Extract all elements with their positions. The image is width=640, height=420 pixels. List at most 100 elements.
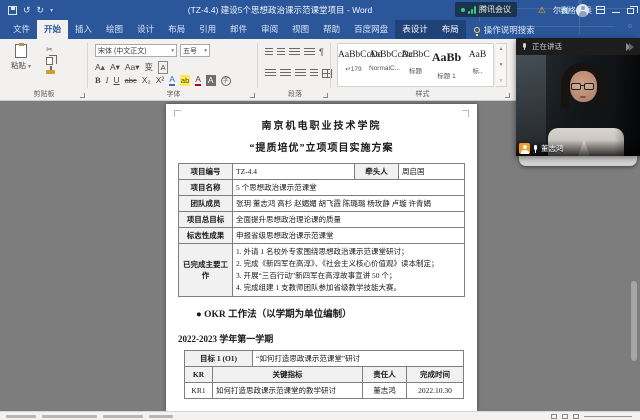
- style-item[interactable]: AaB 标..: [462, 44, 493, 86]
- okr-method-heading[interactable]: ● OKR 工作法（以学期为单位编制）: [196, 306, 477, 320]
- change-case-button[interactable]: Aa▾: [125, 62, 140, 73]
- justify-button[interactable]: [295, 69, 306, 78]
- view-controls[interactable]: [551, 414, 632, 419]
- kr1-owner[interactable]: 董志鸿: [363, 383, 407, 399]
- restore-window-icon[interactable]: [627, 8, 634, 14]
- font-size-select[interactable]: 五号 ▾: [180, 44, 210, 57]
- underline-button[interactable]: U: [114, 75, 120, 86]
- subscript-button[interactable]: X₂: [142, 75, 151, 86]
- highlight-color-button[interactable]: ab: [180, 75, 190, 86]
- clipboard-dialog-launcher-icon[interactable]: [80, 93, 85, 98]
- zoom-slider[interactable]: [584, 416, 632, 417]
- minimize-icon[interactable]: [612, 8, 620, 13]
- italic-button[interactable]: I: [106, 75, 109, 86]
- tab-help[interactable]: 帮助: [316, 20, 347, 39]
- style-item[interactable]: AaBbCcDd ↵179: [338, 44, 369, 86]
- style-item[interactable]: AaBbC 标题: [400, 44, 431, 86]
- work-line[interactable]: 1. 外请 1 名校外专家围绕思想政治课示范课堂研讨；: [236, 246, 461, 258]
- bullets-button[interactable]: [265, 48, 273, 57]
- info-value-project-name[interactable]: 5 个思想政治课示范课堂: [233, 180, 465, 196]
- document-page[interactable]: 南京机电职业技术学院 “提质培优”立项项目实施方案 项目编号 TZ-4.4 牵头…: [166, 104, 477, 411]
- ribbon-display-options-icon[interactable]: [596, 6, 605, 14]
- tab-insert[interactable]: 插入: [68, 20, 99, 39]
- show-marks-button[interactable]: ¶: [319, 47, 324, 57]
- plan-subtitle[interactable]: “提质培优”立项项目实施方案: [166, 139, 477, 154]
- tab-review[interactable]: 审阅: [254, 20, 285, 39]
- font-dialog-launcher-icon[interactable]: [250, 93, 255, 98]
- kr1-indicator[interactable]: 如何打造思政课示范课堂的教学研讨: [213, 383, 363, 399]
- info-value-leader[interactable]: 周启国: [399, 164, 465, 180]
- enclose-characters-button[interactable]: 字: [221, 76, 231, 86]
- kr1-deadline[interactable]: 2022.10.30: [407, 383, 464, 399]
- school-title[interactable]: 南京机电职业技术学院: [166, 117, 477, 132]
- shrink-font-button[interactable]: A▾: [110, 62, 120, 73]
- tab-home[interactable]: 开始: [37, 20, 68, 39]
- tab-table-design[interactable]: 表设计: [395, 20, 435, 39]
- tab-view[interactable]: 视图: [285, 20, 316, 39]
- objective-value[interactable]: “如何打造思政课示范课堂”研讨: [253, 351, 464, 367]
- objective-label[interactable]: 目标 1 (O1): [185, 351, 253, 367]
- tab-references[interactable]: 引用: [192, 20, 223, 39]
- customize-qat-icon[interactable]: ▾: [50, 7, 53, 14]
- strikethrough-button[interactable]: abc: [125, 75, 137, 86]
- warning-icon[interactable]: ⚠: [538, 0, 546, 20]
- phonetic-guide-button[interactable]: 变: [145, 62, 154, 73]
- increase-indent-button[interactable]: [304, 48, 315, 57]
- character-border-button[interactable]: A: [158, 61, 168, 74]
- status-info[interactable]: [6, 415, 173, 418]
- info-label-goal[interactable]: 项目总目标: [179, 212, 233, 228]
- numbering-button[interactable]: [277, 48, 285, 57]
- info-label-team[interactable]: 团队成员: [179, 196, 233, 212]
- kr-header-deadline[interactable]: 完成时间: [407, 367, 464, 383]
- info-value-completed-work[interactable]: 1. 外请 1 名校外专家围绕思想政治课示范课堂研讨； 2. 完成《新四军在高淳…: [233, 244, 465, 297]
- kr-header[interactable]: KR: [185, 367, 213, 383]
- styles-gallery-scroll[interactable]: ▴ ▾ ▿: [496, 43, 507, 87]
- style-item[interactable]: AaBb 标题 1: [431, 44, 462, 86]
- meeting-window-edge[interactable]: [519, 156, 637, 166]
- meeting-panel-header[interactable]: 正在讲话: [516, 38, 640, 55]
- account-user-name[interactable]: 尔巍: [553, 5, 569, 16]
- gallery-more-icon[interactable]: ▿: [500, 78, 503, 84]
- tab-table-layout[interactable]: 布局: [435, 20, 466, 39]
- info-label-project-name[interactable]: 项目名称: [179, 180, 233, 196]
- tab-mailings[interactable]: 邮件: [223, 20, 254, 39]
- paragraph-dialog-launcher-icon[interactable]: [323, 93, 328, 98]
- tencent-meeting-floating-bar[interactable]: 腾讯会议: [455, 2, 517, 17]
- tab-draw[interactable]: 绘图: [99, 20, 130, 39]
- info-value-team[interactable]: 张玥 董志鸿 高杉 赵媚媚 胡飞霞 陈璐璐 杨玫静 卢璇 许青娟: [233, 196, 465, 212]
- styles-dialog-launcher-icon[interactable]: [505, 93, 510, 98]
- kr-header-owner[interactable]: 责任人: [363, 367, 407, 383]
- cut-icon[interactable]: ✂: [46, 45, 53, 54]
- work-line[interactable]: 2. 完成《新四军在高淳》、《社会主义核心价值观》读本制定；: [236, 258, 461, 270]
- tab-baidu-netdisk[interactable]: 百度网盘: [347, 20, 395, 39]
- line-spacing-button[interactable]: [310, 69, 318, 78]
- undo-icon[interactable]: ↺: [23, 3, 31, 17]
- copy-icon[interactable]: [46, 57, 53, 65]
- tencent-meeting-video-panel[interactable]: 正在讲话 董志鸿: [516, 38, 640, 156]
- redo-icon[interactable]: ↻: [37, 3, 45, 17]
- participant-video[interactable]: 董志鸿: [516, 55, 640, 156]
- info-label-outcome[interactable]: 标志性成果: [179, 228, 233, 244]
- text-effects-button[interactable]: A: [169, 75, 175, 86]
- grow-font-button[interactable]: A▴: [95, 62, 105, 73]
- web-layout-icon[interactable]: [573, 414, 579, 419]
- info-label-project-no[interactable]: 项目编号: [179, 164, 233, 180]
- info-label-completed-work[interactable]: 已完成主要工作: [179, 244, 233, 297]
- gallery-down-icon[interactable]: ▾: [500, 62, 503, 68]
- font-color-button[interactable]: A: [195, 75, 201, 86]
- info-value-project-no[interactable]: TZ-4.4: [233, 164, 355, 180]
- format-painter-icon[interactable]: [46, 70, 55, 74]
- kr1-id[interactable]: KR1: [185, 383, 213, 399]
- save-icon[interactable]: [8, 6, 17, 15]
- tell-me-search[interactable]: 操作说明搜索: [466, 20, 543, 39]
- account-avatar[interactable]: [576, 4, 589, 17]
- font-name-select[interactable]: 宋体 (中文正文) ▾: [95, 44, 177, 57]
- vertical-scrollbar[interactable]: [631, 281, 637, 361]
- align-left-button[interactable]: [265, 69, 276, 78]
- info-value-outcome[interactable]: 申报省级思想政治课示范课堂: [233, 228, 465, 244]
- paste-button[interactable]: 粘贴 ▾: [8, 44, 34, 71]
- kr-header-indicator[interactable]: 关键指标: [213, 367, 363, 383]
- work-line[interactable]: 4. 完成组建 1 支教师团队参加省级教学技能大赛。: [236, 282, 461, 294]
- tab-layout[interactable]: 布局: [161, 20, 192, 39]
- print-layout-icon[interactable]: [562, 414, 568, 419]
